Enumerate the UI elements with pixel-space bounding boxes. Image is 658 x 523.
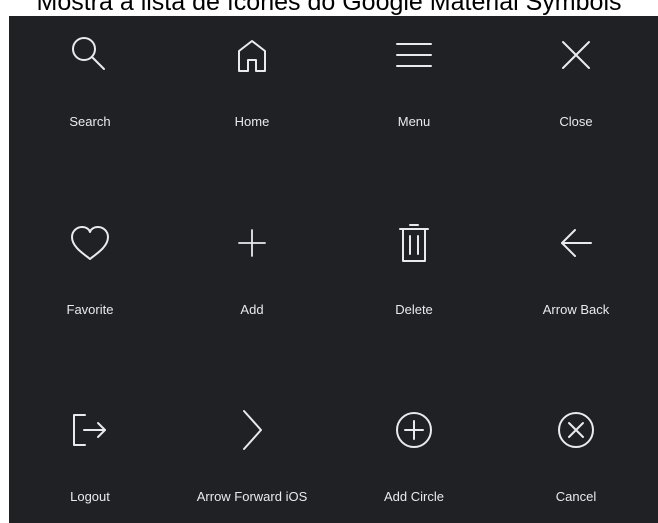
icon-tile-close[interactable]: Close: [495, 16, 657, 166]
icon-label: Arrow Forward iOS: [196, 489, 308, 504]
arrow-forward-ios-icon: [229, 407, 275, 453]
favorite-icon: [67, 220, 113, 266]
icon-tile-arrow-forward-ios[interactable]: Arrow Forward iOS: [171, 391, 333, 523]
logout-icon: [67, 407, 113, 453]
icon-label: Home: [234, 114, 270, 129]
icon-tile-arrow-back[interactable]: Arrow Back: [495, 204, 657, 354]
home-icon: [229, 32, 275, 78]
icon-tile-home[interactable]: Home: [171, 16, 333, 166]
search-icon: [67, 32, 113, 78]
cancel-icon: [553, 407, 599, 453]
icon-label: Add Circle: [384, 489, 444, 504]
icon-tile-add[interactable]: Add: [171, 204, 333, 354]
page-caption: Mostra a lista de ícones do Google Mater…: [36, 0, 622, 16]
add-circle-icon: [391, 407, 437, 453]
add-icon: [229, 220, 275, 266]
icon-label: Arrow Back: [542, 302, 610, 317]
icon-label: Delete: [395, 302, 433, 317]
icon-label: Menu: [397, 114, 431, 129]
icon-tile-cancel[interactable]: Cancel: [495, 391, 657, 523]
icon-tile-menu[interactable]: Menu: [333, 16, 495, 166]
menu-icon: [391, 32, 437, 78]
icon-label: Logout: [70, 489, 110, 504]
icon-label: Add: [240, 302, 264, 317]
icon-grid-panel: Search Home Menu Close Favorite Add Dele…: [9, 16, 658, 523]
icon-tile-search[interactable]: Search: [9, 16, 171, 166]
icon-tile-add-circle[interactable]: Add Circle: [333, 391, 495, 523]
close-icon: [553, 32, 599, 78]
icon-label: Close: [559, 114, 593, 129]
icon-tile-favorite[interactable]: Favorite: [9, 204, 171, 354]
icon-label: Favorite: [66, 302, 114, 317]
icon-label: Cancel: [555, 489, 597, 504]
icon-tile-logout[interactable]: Logout: [9, 391, 171, 523]
icon-label: Search: [69, 114, 111, 129]
delete-icon: [391, 220, 437, 266]
icon-tile-delete[interactable]: Delete: [333, 204, 495, 354]
arrow-back-icon: [553, 220, 599, 266]
